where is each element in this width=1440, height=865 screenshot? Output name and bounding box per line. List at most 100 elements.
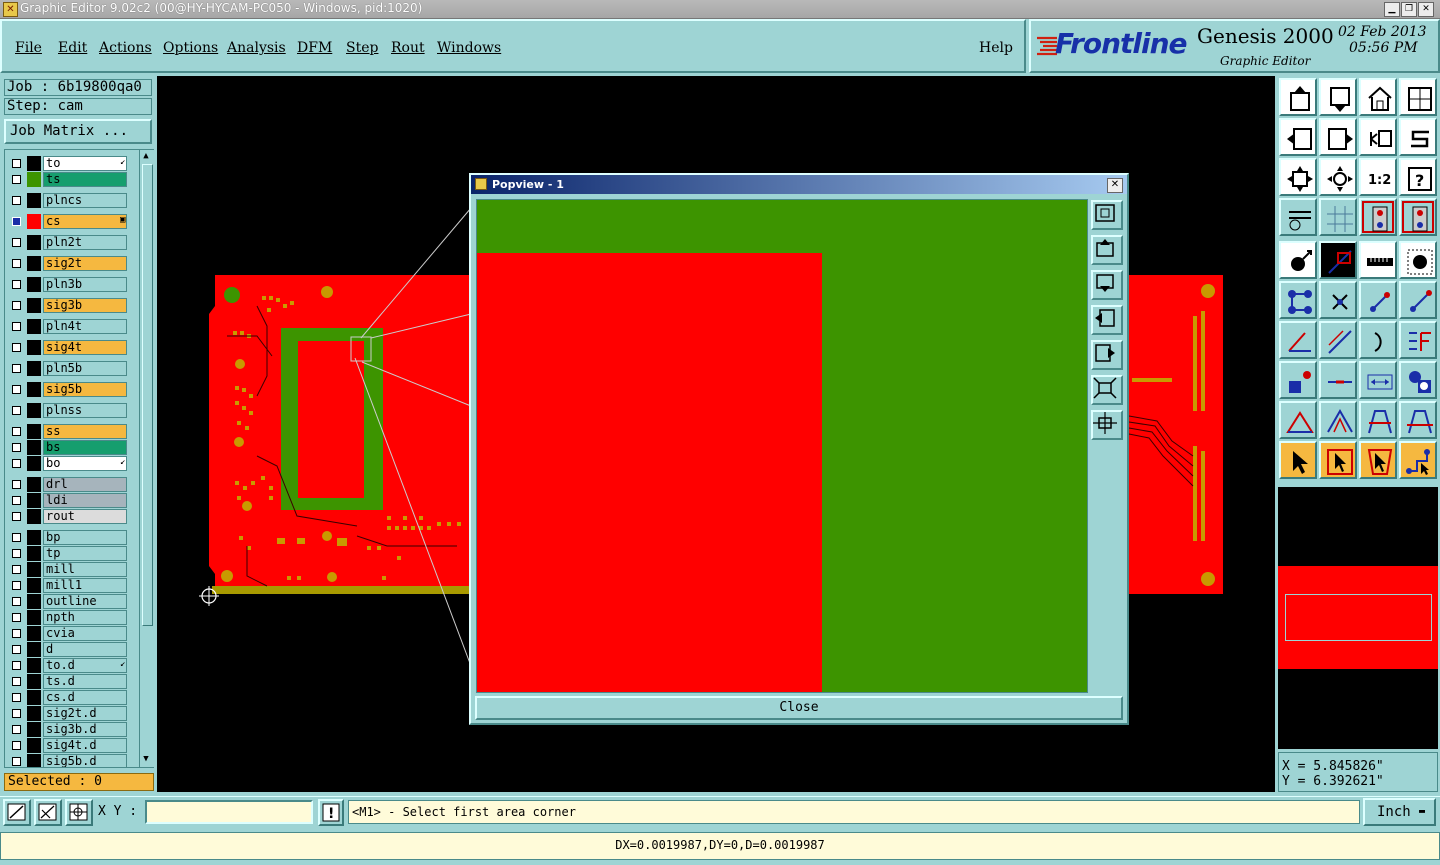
- angle-icon[interactable]: [1279, 321, 1317, 359]
- redraw-icon[interactable]: [1399, 118, 1437, 156]
- popview-pan-down-button[interactable]: [1091, 270, 1123, 300]
- layer-name[interactable]: plncs: [43, 193, 127, 208]
- layer-row[interactable]: bp: [7, 530, 127, 545]
- layer-checkbox[interactable]: [12, 725, 21, 734]
- pan-right-icon[interactable]: [1319, 118, 1357, 156]
- menu-edit[interactable]: Edit: [58, 40, 87, 56]
- menu-dfm[interactable]: DFM: [297, 40, 332, 56]
- scroll-up-icon[interactable]: ▲: [141, 151, 151, 161]
- layer-row[interactable]: to ↙: [7, 156, 127, 171]
- popview-fit-button[interactable]: [1091, 375, 1123, 405]
- layer-color-swatch[interactable]: [27, 361, 41, 376]
- layer-row[interactable]: sig3b.d: [7, 722, 127, 737]
- scroll-thumb[interactable]: [142, 164, 153, 626]
- settings-icon[interactable]: [1279, 198, 1317, 236]
- layer-row[interactable]: bo ↙: [7, 456, 127, 471]
- pad-icon[interactable]: [1399, 241, 1437, 279]
- menu-step[interactable]: Step: [346, 40, 378, 56]
- grid-icon[interactable]: [1319, 198, 1357, 236]
- layer-checkbox[interactable]: [12, 629, 21, 638]
- layer-checkbox[interactable]: [12, 175, 21, 184]
- zoom-home-icon[interactable]: [1279, 78, 1317, 116]
- layer-name[interactable]: sig5b.d: [43, 754, 127, 767]
- pan-left-icon[interactable]: [1279, 118, 1317, 156]
- layer-name[interactable]: drl: [43, 477, 127, 492]
- split-view-icon[interactable]: [1399, 78, 1437, 116]
- layer-color-swatch[interactable]: [27, 382, 41, 397]
- layer-color-swatch[interactable]: [27, 493, 41, 508]
- layer-checkbox[interactable]: [12, 322, 21, 331]
- layer-color-swatch[interactable]: [27, 674, 41, 689]
- layer-name[interactable]: npth: [43, 610, 127, 625]
- menu-file[interactable]: File: [15, 40, 42, 56]
- layer-checkbox[interactable]: [12, 301, 21, 310]
- layer-color-swatch[interactable]: [27, 626, 41, 641]
- layer-name[interactable]: sig3b.d: [43, 722, 127, 737]
- layer-color-swatch[interactable]: [27, 456, 41, 471]
- popview-zoom-in-button[interactable]: [1091, 200, 1123, 230]
- layer-row[interactable]: cs ▣: [7, 214, 127, 229]
- menu-rout[interactable]: Rout: [391, 40, 425, 56]
- layer-name[interactable]: bo: [43, 456, 127, 471]
- arc-icon[interactable]: [1359, 321, 1397, 359]
- layer-color-swatch[interactable]: [27, 642, 41, 657]
- help-icon[interactable]: ?: [1399, 158, 1437, 196]
- popview-zoom-out-button[interactable]: [1091, 410, 1123, 440]
- home-view-icon[interactable]: [1359, 78, 1397, 116]
- layer-name[interactable]: to.d: [43, 658, 127, 673]
- layer-row[interactable]: pln5b: [7, 361, 127, 376]
- menu-analysis[interactable]: Analysis: [227, 40, 286, 56]
- arch-cross-icon[interactable]: [1399, 401, 1437, 439]
- layer-color-swatch[interactable]: [27, 594, 41, 609]
- layer-row[interactable]: plnss: [7, 403, 127, 418]
- layer-checkbox[interactable]: [12, 533, 21, 542]
- layer-checkbox[interactable]: [12, 480, 21, 489]
- layer-row[interactable]: sig2t.d: [7, 706, 127, 721]
- layer-name[interactable]: sig4t.d: [43, 738, 127, 753]
- layer-checkbox[interactable]: [12, 217, 21, 226]
- layer-name[interactable]: mill1: [43, 578, 127, 593]
- layer-checkbox[interactable]: [12, 512, 21, 521]
- layer-name[interactable]: tp: [43, 546, 127, 561]
- layer-name[interactable]: bp: [43, 530, 127, 545]
- triangle-icon[interactable]: [1279, 401, 1317, 439]
- select-area-icon[interactable]: [1319, 441, 1357, 479]
- layer-checkbox[interactable]: [12, 280, 21, 289]
- connect-nodes-icon[interactable]: [1279, 281, 1317, 319]
- add-feature-icon[interactable]: [1279, 241, 1317, 279]
- layer-color-swatch[interactable]: [27, 256, 41, 271]
- layer-row[interactable]: sig4t.d: [7, 738, 127, 753]
- layer-color-swatch[interactable]: [27, 172, 41, 187]
- layer-name[interactable]: plnss: [43, 403, 127, 418]
- layer-row[interactable]: sig2t: [7, 256, 127, 271]
- layer-checkbox[interactable]: [12, 406, 21, 415]
- layer-row[interactable]: ts.d: [7, 674, 127, 689]
- measure-line-icon[interactable]: [34, 799, 62, 826]
- popview-canvas[interactable]: [476, 199, 1088, 693]
- select-outline-icon[interactable]: [1359, 441, 1397, 479]
- pad-snap-icon[interactable]: [1279, 361, 1317, 399]
- layer-name[interactable]: sig4t: [43, 340, 127, 355]
- layer-checkbox[interactable]: [12, 757, 21, 766]
- layer-color-swatch[interactable]: [27, 403, 41, 418]
- layer-color-swatch[interactable]: [27, 509, 41, 524]
- select-pointer-icon[interactable]: [1279, 441, 1317, 479]
- midline-icon[interactable]: [1319, 361, 1357, 399]
- align-icon[interactable]: [1399, 321, 1437, 359]
- line-endpoints-icon[interactable]: [1359, 281, 1397, 319]
- menu-windows[interactable]: Windows: [437, 40, 501, 56]
- layer-row[interactable]: npth: [7, 610, 127, 625]
- layer-name[interactable]: mill: [43, 562, 127, 577]
- layer-color-swatch[interactable]: [27, 578, 41, 593]
- layer-color-swatch[interactable]: [27, 235, 41, 250]
- layer-name[interactable]: rout: [43, 509, 127, 524]
- layer-color-swatch[interactable]: [27, 690, 41, 705]
- layer-name[interactable]: pln4t: [43, 319, 127, 334]
- menu-actions[interactable]: Actions: [99, 40, 152, 56]
- layer-color-swatch[interactable]: [27, 562, 41, 577]
- layer-checkbox[interactable]: [12, 613, 21, 622]
- layer-checkbox[interactable]: [12, 549, 21, 558]
- shapes-icon[interactable]: [1399, 361, 1437, 399]
- layer-list-scrollbar[interactable]: ▲ ▼: [139, 150, 154, 767]
- layer-name[interactable]: ss: [43, 424, 127, 439]
